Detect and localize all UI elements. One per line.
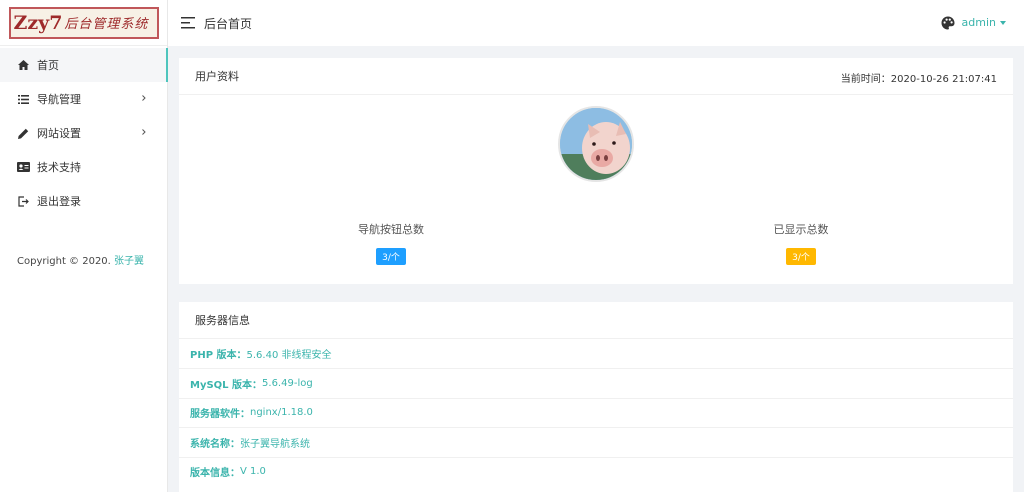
- server-info-row: PHP 版本： 5.6.40 非线程安全: [179, 339, 1013, 368]
- info-value: 张子翼导航系统: [240, 438, 310, 450]
- list-icon: [16, 92, 30, 106]
- chevron-right-icon: [142, 129, 146, 135]
- home-icon: [16, 58, 30, 72]
- card-header: 服务器信息: [179, 302, 1013, 339]
- copyright: Copyright © 2020. 张子翼: [17, 252, 144, 267]
- top-header: 后台首页 admin: [168, 0, 1024, 46]
- logo[interactable]: Zzy7 后台管理系统: [8, 6, 159, 39]
- sidebar-item-label: 退出登录: [37, 195, 81, 208]
- sidebar-item-label: 导航管理: [37, 93, 81, 106]
- sidebar-item-tech-support[interactable]: 技术支持: [0, 150, 167, 184]
- logo-sub-text: 后台管理系统: [64, 17, 149, 32]
- info-key: 版本信息：: [190, 468, 240, 480]
- stat-badge: 3/个: [786, 248, 816, 265]
- logo-main-text: Zzy7: [13, 11, 63, 34]
- sidebar-menu: 首页 导航管理 网站设置 技术支持 退出登录: [0, 48, 168, 218]
- card-header: 用户资料 当前时间：2020-10-26 21:07:41: [179, 58, 1013, 95]
- server-info-row: 服务器软件： nginx/1.18.0: [179, 397, 1013, 427]
- info-key: PHP 版本：: [190, 350, 247, 362]
- sidebar-item-label: 网站设置: [37, 127, 81, 140]
- server-info-row: 系统名称： 张子翼导航系统: [179, 427, 1013, 456]
- menu-toggle-icon[interactable]: [181, 17, 195, 29]
- user-menu[interactable]: admin: [962, 16, 1006, 29]
- sidebar: Zzy7 后台管理系统 首页 导航管理 网站设置 技术支持 退出登录 Copyr…: [0, 0, 168, 492]
- copyright-text: Copyright © 2020.: [17, 256, 115, 267]
- copyright-author-link[interactable]: 张子翼: [114, 256, 144, 267]
- avatar: [558, 106, 634, 182]
- current-time: 当前时间：2020-10-26 21:07:41: [841, 70, 997, 85]
- info-value: nginx/1.18.0: [250, 407, 313, 419]
- sidebar-item-home[interactable]: 首页: [0, 48, 168, 82]
- caret-down-icon: [1000, 20, 1006, 25]
- logout-icon: [16, 194, 30, 208]
- server-info-row: 版本信息： V 1.0: [179, 456, 1013, 486]
- user-profile-card: 用户资料 当前时间：2020-10-26 21:07:41 导航按钮总数 3/个…: [179, 58, 1013, 284]
- info-key: MySQL 版本：: [190, 380, 263, 392]
- stat-nav-button-total: 导航按钮总数 3/个: [291, 221, 491, 265]
- id-card-icon: [16, 160, 30, 174]
- sidebar-item-nav-manage[interactable]: 导航管理: [0, 82, 167, 116]
- info-value: V 1.0: [240, 466, 266, 478]
- stat-label: 导航按钮总数: [358, 223, 424, 236]
- server-info-list: PHP 版本： 5.6.40 非线程安全 MySQL 版本： 5.6.49-log …: [179, 339, 1013, 486]
- username: admin: [961, 16, 996, 29]
- sidebar-item-label: 技术支持: [37, 161, 81, 174]
- chevron-right-icon: [142, 95, 146, 101]
- info-value: 5.6.49-log: [262, 378, 313, 390]
- current-time-value: 2020-10-26 21:07:41: [890, 74, 997, 85]
- sidebar-item-logout[interactable]: 退出登录: [0, 184, 167, 218]
- info-key: 系统名称：: [190, 438, 240, 450]
- stat-displayed-total: 已显示总数 3/个: [701, 221, 901, 265]
- server-info-row: MySQL 版本： 5.6.49-log: [179, 368, 1013, 397]
- card-title: 用户资料: [195, 70, 239, 83]
- page-title: 后台首页: [204, 17, 253, 31]
- info-value: 5.6.40 非线程安全: [246, 350, 332, 362]
- sidebar-item-label: 首页: [37, 59, 59, 72]
- sidebar-item-site-settings[interactable]: 网站设置: [0, 116, 167, 150]
- pig-avatar-image: [560, 108, 632, 180]
- stat-badge: 3/个: [376, 248, 406, 265]
- logo-area: Zzy7 后台管理系统: [0, 0, 167, 46]
- palette-icon[interactable]: [941, 16, 955, 30]
- stat-label: 已显示总数: [773, 223, 829, 236]
- info-key: 服务器软件：: [190, 409, 250, 421]
- card-title: 服务器信息: [195, 314, 250, 327]
- server-info-card: 服务器信息 PHP 版本： 5.6.40 非线程安全 MySQL 版本： 5.6.4…: [179, 302, 1013, 492]
- current-time-label: 当前时间：: [840, 74, 891, 85]
- pencil-icon: [16, 126, 30, 140]
